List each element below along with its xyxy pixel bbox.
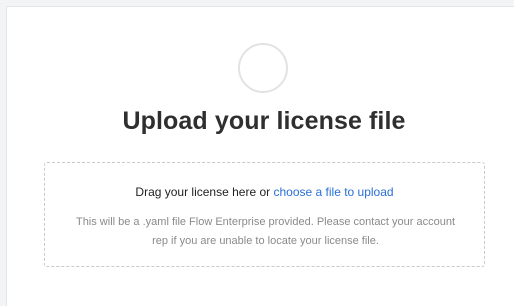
choose-file-link[interactable]: choose a file to upload bbox=[273, 185, 393, 199]
license-dropzone[interactable]: Drag your license here or choose a file … bbox=[44, 162, 485, 267]
upload-card: Upload your license file Drag your licen… bbox=[6, 6, 514, 306]
help-text: This will be a .yaml file Flow Enterpris… bbox=[75, 216, 456, 247]
page-title: Upload your license file bbox=[122, 107, 406, 135]
logo-placeholder-icon bbox=[238, 43, 288, 93]
drag-text: Drag your license here or bbox=[135, 185, 274, 199]
drag-instructions: Drag your license here or choose a file … bbox=[45, 185, 484, 199]
